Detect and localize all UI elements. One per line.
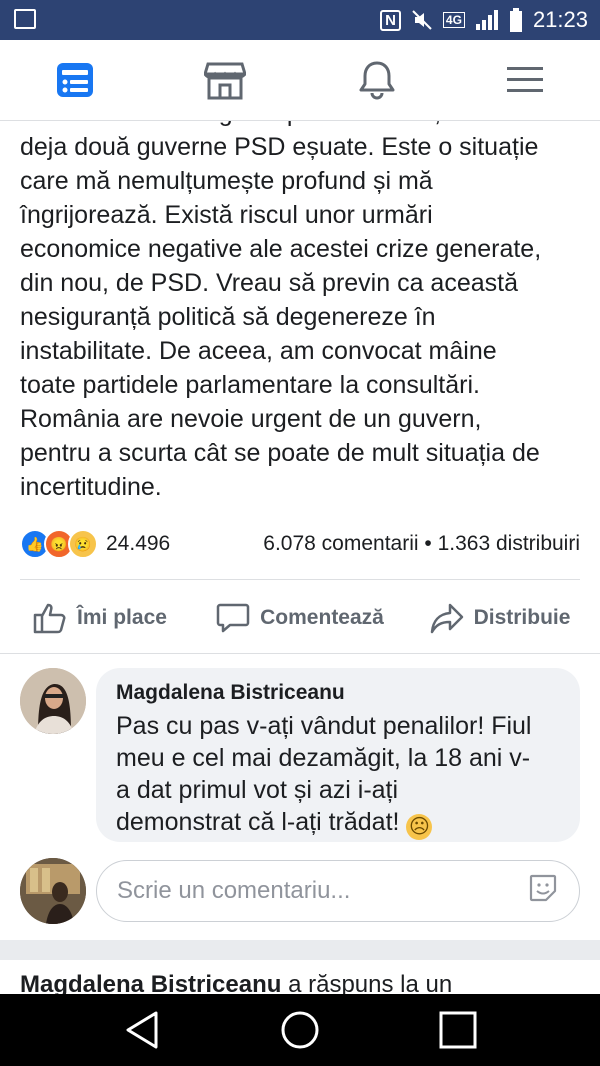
like-button[interactable]: Îmi place: [0, 602, 200, 634]
post-stats: 6.078 comentarii • 1.363 distribuiri: [263, 532, 580, 556]
comment-composer: Scrie un comentariu...: [20, 858, 580, 924]
post-text: La un an de la alegerile parlamentare, a…: [20, 96, 580, 504]
post-text-line: toate partidele parlamentare la consultă…: [20, 371, 480, 399]
comments-count[interactable]: 6.078 comentarii: [263, 532, 418, 555]
avatar: [20, 858, 86, 924]
reply-author: Magdalena Bistriceanu: [20, 971, 282, 994]
battery-icon: [509, 8, 522, 32]
reply-text: a răspuns la un: [288, 971, 453, 994]
post-text-line: din nou, de PSD. Vreau să previn ca acea…: [20, 269, 518, 297]
menu-tab[interactable]: [485, 40, 565, 120]
notifications-tab[interactable]: [337, 40, 417, 120]
post-text-line: economice negative ale acestei crize gen…: [20, 235, 542, 263]
back-icon: [126, 1011, 158, 1049]
avatar-image: [20, 858, 86, 924]
gallery-notification-icon: [14, 9, 36, 29]
post-text-line: deja două guverne PSD eșuate. Este o sit…: [20, 133, 539, 161]
stats-separator: •: [424, 532, 432, 555]
share-button-label: Distribuie: [473, 606, 571, 629]
like-button-label: Îmi place: [77, 606, 167, 629]
home-button[interactable]: [240, 994, 360, 1066]
clock: 21:23: [532, 7, 588, 32]
comment-bubble[interactable]: Magdalena Bistriceanu Pas cu pas v-ați v…: [96, 668, 580, 842]
mute-icon: [412, 10, 432, 30]
status-icons: N 4G 21:23: [380, 6, 588, 34]
avatar[interactable]: [20, 668, 86, 734]
post-text-line: nesiguranță politică să degenereze în: [20, 303, 436, 331]
share-icon: [430, 603, 463, 634]
signal-icon: [475, 10, 498, 30]
back-button[interactable]: [82, 994, 202, 1066]
thumbs-up-icon: [33, 603, 66, 634]
avatar-image: [20, 668, 86, 734]
divider: [20, 579, 580, 580]
post-text-line: incertitudine.: [20, 473, 162, 501]
comment-line: demonstrat că l-ați trădat!: [116, 808, 400, 836]
reply-notice[interactable]: Magdalena Bistriceanu a răspuns la un: [20, 968, 580, 994]
comment-author[interactable]: Magdalena Bistriceanu: [116, 680, 560, 706]
sad-reaction-icon: 😢: [68, 529, 98, 559]
comment-input-placeholder: Scrie un comentariu...: [117, 877, 351, 904]
recents-button[interactable]: [398, 994, 518, 1066]
marketplace-icon: [204, 62, 246, 100]
share-button[interactable]: Distribuie: [400, 602, 600, 634]
post-actions: Îmi place Comentează Distribuie: [0, 585, 600, 651]
post-text-line: pentru a scurta cât se poate de mult sit…: [20, 439, 540, 467]
system-nav-bar: [0, 994, 600, 1066]
recents-icon: [439, 1011, 477, 1049]
comment-line: a dat primul vot și azi i-ați: [116, 776, 399, 804]
nfc-icon: N: [380, 9, 401, 31]
sticker-icon[interactable]: [527, 872, 559, 911]
comment-line: meu e cel mai dezamăgit, la 18 ani v-: [116, 744, 531, 772]
post-text-line: care mă nemulțumește profund și mă: [20, 167, 433, 195]
comment-icon: [216, 603, 250, 633]
feed-separator: [0, 940, 600, 960]
comment-button[interactable]: Comentează: [200, 602, 400, 634]
top-nav-overlay: [0, 40, 600, 120]
post-text-line: instabilitate. De aceea, am convocat mâi…: [20, 337, 497, 365]
home-icon: [281, 1011, 319, 1049]
bell-icon: [359, 61, 395, 100]
comment-line: Pas cu pas v-ați vândut penalilor! Fiul: [116, 712, 532, 740]
news-feed-tab[interactable]: [35, 40, 115, 120]
sad-face-emoji-icon: ☹: [406, 814, 433, 840]
shares-count[interactable]: 1.363 distribuiri: [438, 532, 580, 555]
post-text-line: România are nevoie urgent de un guvern,: [20, 405, 482, 433]
comment-input[interactable]: Scrie un comentariu...: [96, 860, 580, 922]
menu-icon: [507, 67, 543, 92]
reactions-count[interactable]: 24.496: [106, 532, 170, 556]
network-type-label: 4G: [442, 12, 465, 28]
comment-text: Pas cu pas v-ați vândut penalilor! Fiul …: [116, 710, 560, 840]
divider: [0, 653, 600, 654]
post-text-line: îngrijorează. Există riscul unor urmări: [20, 201, 433, 229]
marketplace-tab[interactable]: [185, 40, 265, 120]
status-bar: N 4G 21:23: [0, 0, 600, 40]
comment-button-label: Comentează: [260, 606, 384, 629]
news-feed-icon: [57, 63, 93, 97]
reactions-row[interactable]: 👍 😠 😢 24.496 6.078 comentarii • 1.363 di…: [20, 526, 580, 562]
